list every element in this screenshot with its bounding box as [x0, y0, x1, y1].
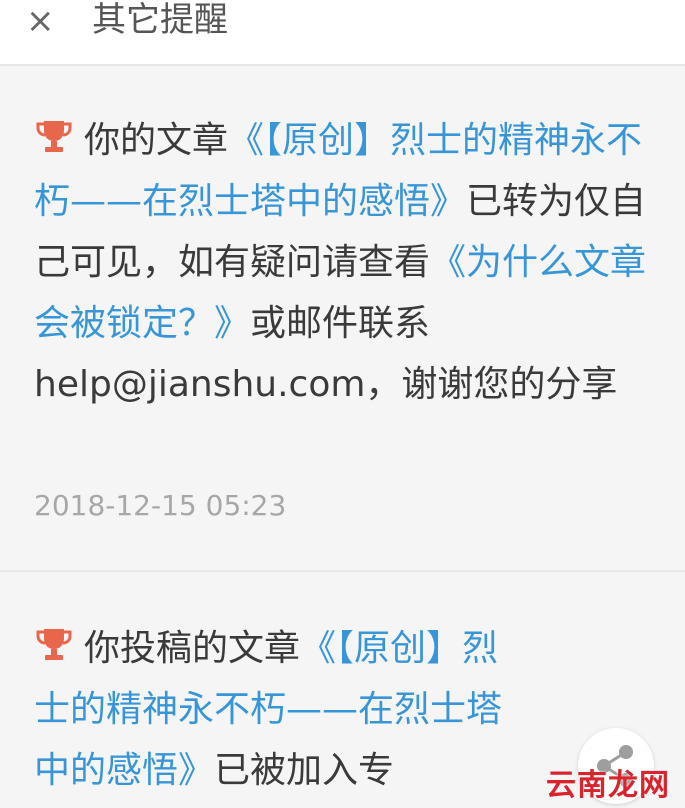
trophy-icon — [36, 629, 72, 660]
notice-item: 你投稿的文章《【原创】烈士的精神永不朽——在烈士塔中的感悟》已被加入专 — [34, 618, 534, 801]
divider — [0, 64, 685, 66]
watermark-logo: 云南龙网 — [546, 768, 670, 803]
page-title: 其它提醒 — [92, 0, 228, 40]
trophy-icon — [36, 121, 72, 152]
close-button[interactable]: × — [26, 4, 55, 38]
notice-suffix: 已被加入专 — [214, 750, 395, 791]
notice-prefix: 你的文章 — [84, 120, 229, 161]
header-bar: × 其它提醒 — [0, 0, 685, 65]
notice-item: 你的文章《【原创】烈士的精神永不朽——在烈士塔中的感悟》已转为仅自己可见，如有疑… — [34, 110, 660, 415]
divider — [0, 570, 685, 572]
notice-timestamp: 2018-12-15 05:23 — [34, 489, 287, 522]
notice-prefix: 你投稿的文章 — [84, 628, 301, 669]
